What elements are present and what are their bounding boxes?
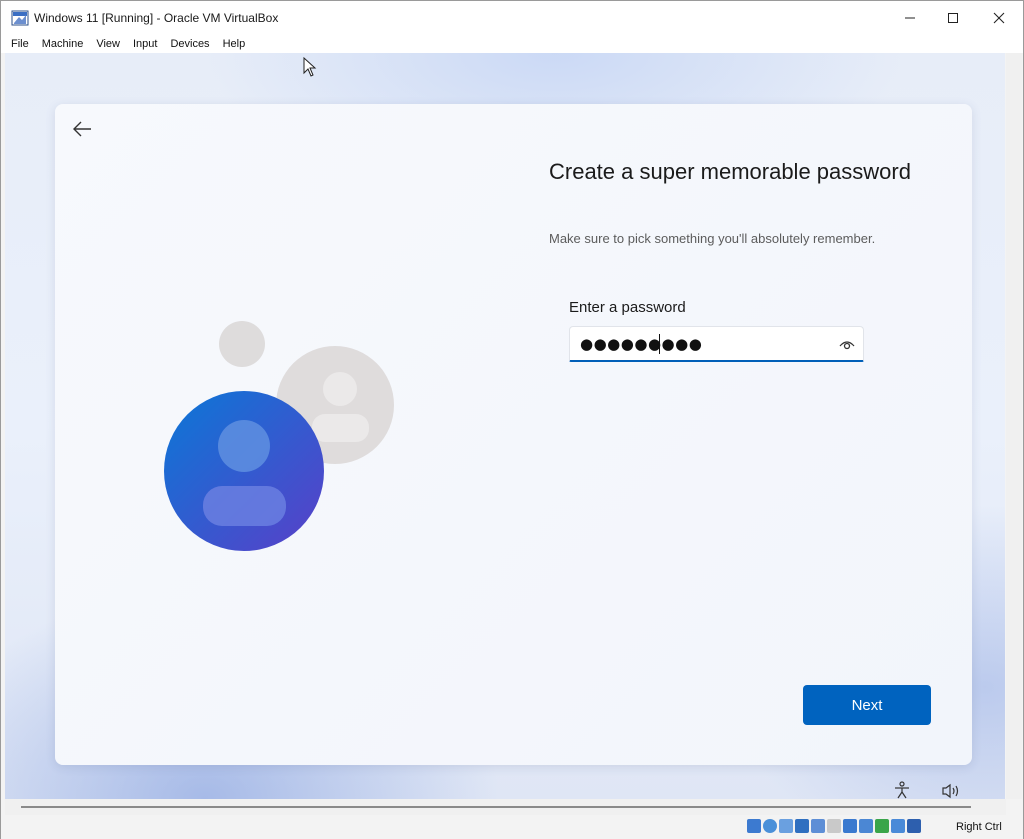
usb-icon[interactable] (811, 819, 825, 833)
horizontal-scrollbar-thumb[interactable] (21, 806, 971, 808)
volume-icon[interactable] (941, 783, 961, 799)
status-bar: Right Ctrl (1, 815, 1023, 839)
minimize-button[interactable] (887, 1, 933, 35)
next-button[interactable]: Next (803, 685, 931, 725)
network-icon[interactable] (795, 819, 809, 833)
users-illustration (164, 321, 394, 551)
eye-icon[interactable] (839, 337, 855, 351)
maximize-icon (948, 13, 958, 23)
maximize-button[interactable] (930, 1, 976, 35)
page-subtitle: Make sure to pick something you'll absol… (549, 231, 876, 246)
password-field[interactable]: ●●●●●●●●● (569, 326, 864, 362)
menu-view[interactable]: View (96, 38, 120, 50)
horizontal-scrollbar[interactable] (5, 799, 1006, 815)
menu-devices[interactable]: Devices (170, 38, 209, 50)
password-value[interactable]: ●●●●●●●●● (580, 334, 702, 354)
page-title: Create a super memorable password (549, 159, 911, 184)
arrow-left-icon (73, 121, 91, 137)
cpu-icon[interactable] (875, 819, 889, 833)
window-title: Windows 11 [Running] - Oracle VM Virtual… (34, 11, 279, 25)
mouse-integration-icon[interactable] (891, 819, 905, 833)
small-avatar-dot (219, 321, 265, 367)
status-indicators (747, 819, 921, 833)
guest-display[interactable]: Create a super memorable password Make s… (5, 53, 1005, 799)
host-key-label: Right Ctrl (956, 821, 1002, 833)
close-icon (993, 12, 1005, 24)
menu-machine[interactable]: Machine (42, 38, 84, 50)
text-caret (659, 334, 660, 354)
menu-help[interactable]: Help (223, 38, 246, 50)
minimize-icon (905, 17, 915, 19)
vertical-scrollbar[interactable] (1006, 53, 1022, 799)
audio-icon[interactable] (779, 819, 793, 833)
mouse-pointer-icon (303, 57, 317, 77)
shared-folders-icon[interactable] (827, 819, 841, 833)
title-bar[interactable]: Windows 11 [Running] - Oracle VM Virtual… (1, 1, 1023, 35)
oobe-card: Create a super memorable password Make s… (55, 104, 972, 765)
optical-drive-icon[interactable] (763, 819, 777, 833)
menu-input[interactable]: Input (133, 38, 157, 50)
hard-disk-icon[interactable] (747, 819, 761, 833)
back-button[interactable] (67, 116, 97, 142)
password-label: Enter a password (569, 299, 686, 316)
menu-bar: File Machine View Input Devices Help (1, 35, 1023, 53)
video-capture-icon[interactable] (859, 819, 873, 833)
display-icon[interactable] (843, 819, 857, 833)
virtualbox-window: Windows 11 [Running] - Oracle VM Virtual… (0, 0, 1024, 839)
accessibility-icon[interactable] (893, 781, 911, 799)
virtualbox-app-icon (11, 10, 29, 26)
close-button[interactable] (976, 1, 1022, 35)
keyboard-capture-icon[interactable] (907, 819, 921, 833)
menu-file[interactable]: File (11, 38, 29, 50)
